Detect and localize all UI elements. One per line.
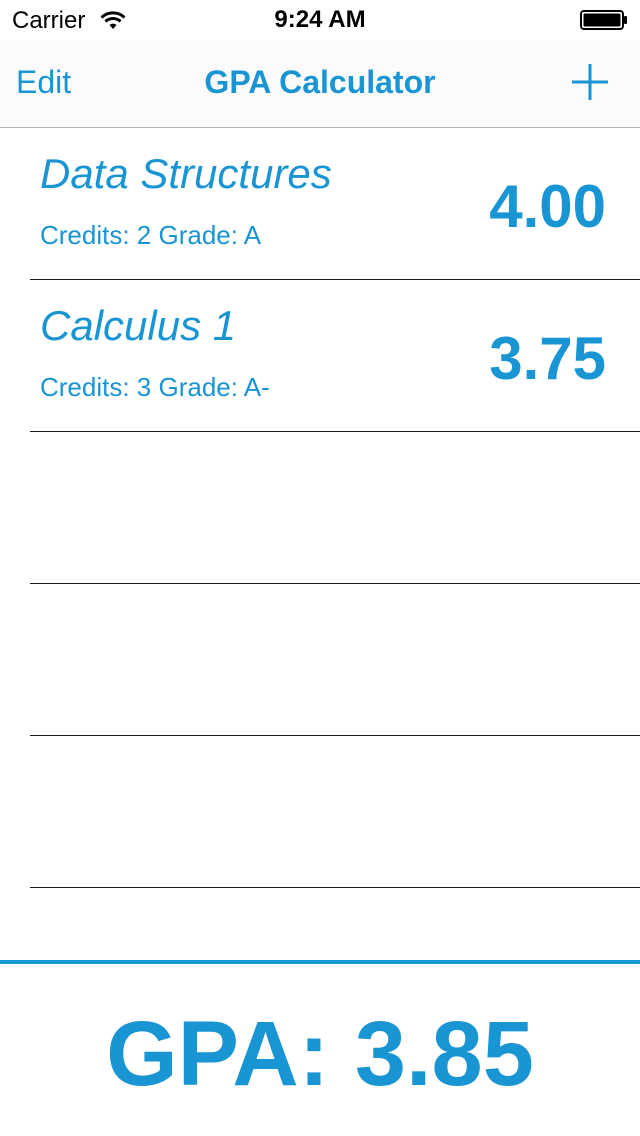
course-row-calculus-1[interactable]: Calculus 1 Credits: 3 Grade: A- 3.75 xyxy=(30,280,640,432)
plus-icon[interactable] xyxy=(570,62,610,102)
edit-button[interactable]: Edit xyxy=(16,64,71,101)
course-details: Credits: 3 Grade: A- xyxy=(40,372,270,403)
course-grade: Grade: A- xyxy=(158,372,270,402)
course-name: Data Structures xyxy=(40,150,332,197)
empty-row xyxy=(30,432,640,584)
gpa-total: GPA: 3.85 xyxy=(0,1002,640,1107)
course-table: Data Structures Credits: 2 Grade: A 4.00… xyxy=(0,128,640,888)
course-credits: Credits: 2 xyxy=(40,220,152,250)
page-title: GPA Calculator xyxy=(204,64,436,100)
course-details: Credits: 2 Grade: A xyxy=(40,220,261,251)
course-row-data-structures[interactable]: Data Structures Credits: 2 Grade: A 4.00 xyxy=(30,128,640,280)
course-grade: Grade: A xyxy=(158,220,262,250)
course-credits: Credits: 3 xyxy=(40,372,152,402)
gpa-total-prefix: GPA: xyxy=(106,1003,330,1105)
course-name: Calculus 1 xyxy=(40,302,237,349)
battery-icon xyxy=(580,10,627,30)
status-bar: Carrier 9:24 AM xyxy=(0,0,640,40)
gpa-total-value: 3.85 xyxy=(354,1003,534,1105)
empty-row xyxy=(30,584,640,736)
course-gpa: 3.75 xyxy=(489,325,606,392)
navigation-bar: Edit GPA Calculator xyxy=(0,40,640,128)
empty-row xyxy=(30,736,640,888)
gpa-footer: GPA: 3.85 xyxy=(0,960,640,1136)
course-gpa: 4.00 xyxy=(489,173,606,240)
status-time: 9:24 AM xyxy=(274,6,366,33)
